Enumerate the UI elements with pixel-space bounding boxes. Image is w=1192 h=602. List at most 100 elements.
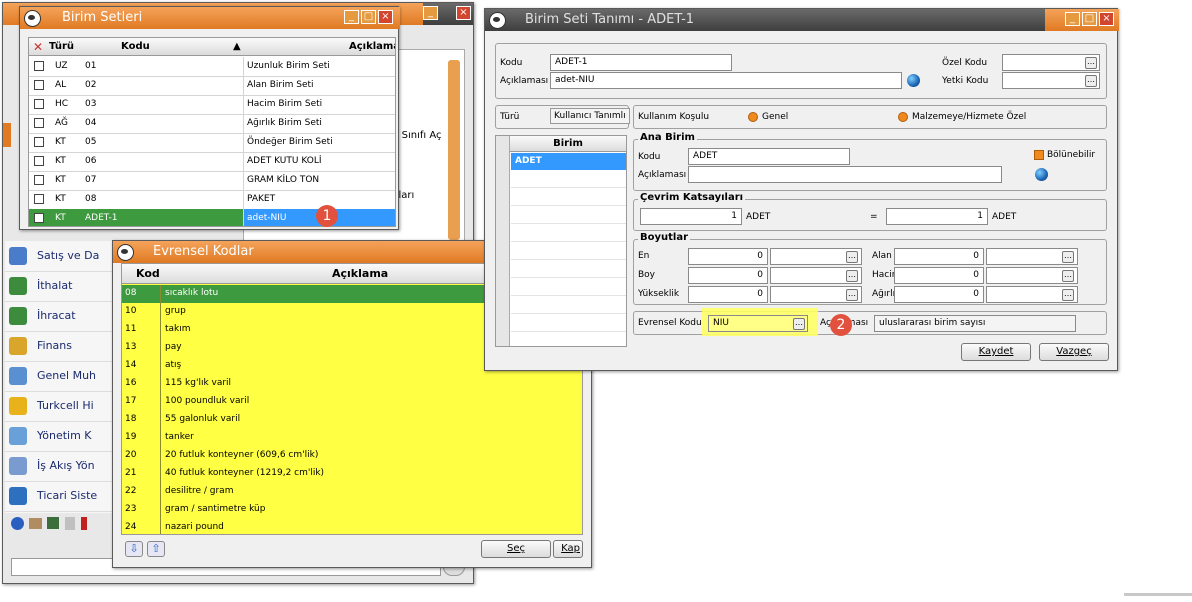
table-row[interactable]: AĞ 04 Ağırlık Birim Seti: [29, 114, 395, 134]
table-row[interactable]: 24 nazari pound: [122, 519, 582, 534]
flag-icon[interactable]: [81, 517, 87, 530]
evrensel-kodu-lookup-icon[interactable]: …: [793, 318, 805, 330]
side-menu-item[interactable]: İthalat: [5, 271, 113, 302]
aciklama-input[interactable]: adet-NIU: [550, 72, 902, 89]
row-checkbox[interactable]: [34, 80, 44, 90]
maximize-icon[interactable]: □: [361, 10, 376, 24]
boyut-unit-lookup-icon[interactable]: …: [846, 251, 858, 263]
row-checkbox[interactable]: [34, 61, 44, 71]
genel-radio[interactable]: [748, 112, 758, 122]
table-row[interactable]: 22 desilitre / gram: [122, 483, 582, 502]
col-aciklama[interactable]: Açıklama: [349, 41, 395, 52]
row-checkbox[interactable]: [34, 213, 44, 223]
ana-kodu-input[interactable]: ADET: [688, 148, 850, 165]
table-row[interactable]: KT 07 GRAM KİLO TON: [29, 171, 395, 191]
cell-kod: 14: [125, 360, 137, 370]
cell-kod: 21: [125, 468, 137, 478]
side-menu-item[interactable]: Ticari Siste: [5, 481, 113, 512]
kodu-input[interactable]: ADET-1: [550, 54, 732, 71]
info-icon[interactable]: [11, 517, 24, 530]
table-row[interactable]: 19 tanker: [122, 429, 582, 448]
move-down-button[interactable]: ⇩: [125, 541, 143, 557]
move-up-button[interactable]: ⇧: [147, 541, 165, 557]
boyut-unit-lookup-icon[interactable]: …: [1062, 289, 1074, 301]
minimize-icon[interactable]: _: [344, 10, 359, 24]
boyut-unit-lookup-icon[interactable]: …: [1062, 270, 1074, 282]
row-checkbox[interactable]: [34, 137, 44, 147]
vazgec-button[interactable]: Vazgeç: [1039, 343, 1109, 361]
table-row[interactable]: 17 100 poundluk varil: [122, 393, 582, 412]
table-row[interactable]: KT 08 PAKET: [29, 190, 395, 210]
boyut-unit-lookup-icon[interactable]: …: [846, 289, 858, 301]
col-aciklama[interactable]: Açıklama: [332, 267, 388, 280]
table-row[interactable]: 21 40 futluk konteyner (1219,2 cm'lik): [122, 465, 582, 484]
scrollbar-track[interactable]: [448, 60, 460, 240]
side-menu-item[interactable]: Satış ve Da: [5, 241, 113, 272]
row-checkbox[interactable]: [34, 118, 44, 128]
table-row[interactable]: UZ 01 Uzunluk Birim Seti: [29, 57, 395, 77]
boyut-value-input[interactable]: 0: [894, 248, 984, 265]
boyut-unit-lookup-icon[interactable]: …: [846, 270, 858, 282]
row-checkbox[interactable]: [34, 194, 44, 204]
column-selector-icon[interactable]: ✕: [33, 40, 43, 54]
side-menu-item[interactable]: Turkcell Hi: [5, 391, 113, 422]
sec-button[interactable]: Seç: [481, 540, 551, 558]
management-icon: [9, 427, 27, 445]
table-row[interactable]: KT 06 ADET KUTU KOLİ: [29, 152, 395, 172]
boyut-value-input[interactable]: 0: [894, 286, 984, 303]
table-row[interactable]: 23 gram / santimetre küp: [122, 501, 582, 520]
close-icon[interactable]: ×: [378, 10, 393, 24]
boyut-value-input[interactable]: 0: [894, 267, 984, 284]
ana-aciklama-input[interactable]: [688, 166, 1002, 183]
evrensel-kodu-group: Evrensel Kodu NIU … Açıklaması 2 uluslar…: [633, 308, 1107, 336]
table-row[interactable]: 20 20 futluk konteyner (609,6 cm'lik): [122, 447, 582, 466]
background-close-icon[interactable]: ×: [456, 6, 471, 20]
malzeme-radio[interactable]: [898, 112, 908, 122]
globe-icon[interactable]: [1035, 168, 1048, 181]
table-row[interactable]: KT 05 Öndeğer Birim Seti: [29, 133, 395, 153]
side-menu-item[interactable]: İş Akış Yön: [5, 451, 113, 482]
tools-icon[interactable]: [29, 518, 42, 529]
globe-icon[interactable]: [907, 74, 920, 87]
col-kodu[interactable]: Kodu: [121, 41, 150, 52]
background-minimize-icon[interactable]: _: [423, 6, 438, 20]
ozel-kodu-lookup-icon[interactable]: …: [1085, 57, 1097, 69]
tanim-title: Birim Seti Tanımı - ADET-1: [525, 12, 695, 27]
boyut-value-input[interactable]: 0: [688, 286, 768, 303]
birim-setleri-rows: UZ 01 Uzunluk Birim Seti AL 02 Alan Birim Set…: [29, 57, 395, 226]
maximize-icon[interactable]: □: [1082, 12, 1097, 26]
kaydet-button[interactable]: Kaydet: [961, 343, 1031, 361]
close-icon[interactable]: ×: [1099, 12, 1114, 26]
table-row[interactable]: 18 55 galonluk varil: [122, 411, 582, 430]
side-menu-item[interactable]: Genel Muh: [5, 361, 113, 392]
birim-row-selected[interactable]: ADET: [511, 153, 626, 170]
table-row[interactable]: AL 02 Alan Birim Seti: [29, 76, 395, 96]
row-checkbox[interactable]: [34, 175, 44, 185]
doc-icon[interactable]: [65, 517, 75, 530]
cevrim-left-input[interactable]: 1: [640, 208, 742, 225]
boyut-value-input[interactable]: 0: [688, 248, 768, 265]
col-kod[interactable]: Kod: [136, 267, 160, 280]
minimize-icon[interactable]: _: [1065, 12, 1080, 26]
side-menu-item[interactable]: Finans: [5, 331, 113, 362]
cevrim-right-input[interactable]: 1: [886, 208, 988, 225]
kapat-button[interactable]: Kap: [553, 540, 583, 558]
boyut-unit-lookup-icon[interactable]: …: [1062, 251, 1074, 263]
side-menu-item[interactable]: Yönetim K: [5, 421, 113, 452]
boyut-value-input[interactable]: 0: [688, 267, 768, 284]
grid-icon[interactable]: [47, 517, 59, 529]
bolunebilir-label[interactable]: Bölünebilir: [1047, 150, 1095, 160]
birim-header[interactable]: Birim: [510, 136, 626, 152]
row-checkbox[interactable]: [34, 156, 44, 166]
bolunebilir-checkbox[interactable]: [1034, 150, 1044, 160]
table-row[interactable]: 16 115 kg'lık varil: [122, 375, 582, 394]
cell-aciklama: atış: [165, 360, 182, 370]
table-row[interactable]: KT ADET-1 adet-NIU: [29, 209, 395, 226]
malzeme-label[interactable]: Malzemeye/Hizmete Özel: [912, 112, 1026, 122]
col-turu[interactable]: Türü: [49, 41, 74, 52]
row-checkbox[interactable]: [34, 99, 44, 109]
yetki-kodu-lookup-icon[interactable]: …: [1085, 75, 1097, 87]
table-row[interactable]: HC 03 Hacim Birim Seti: [29, 95, 395, 115]
genel-label[interactable]: Genel: [762, 112, 788, 122]
side-menu-item[interactable]: İhracat: [5, 301, 113, 332]
